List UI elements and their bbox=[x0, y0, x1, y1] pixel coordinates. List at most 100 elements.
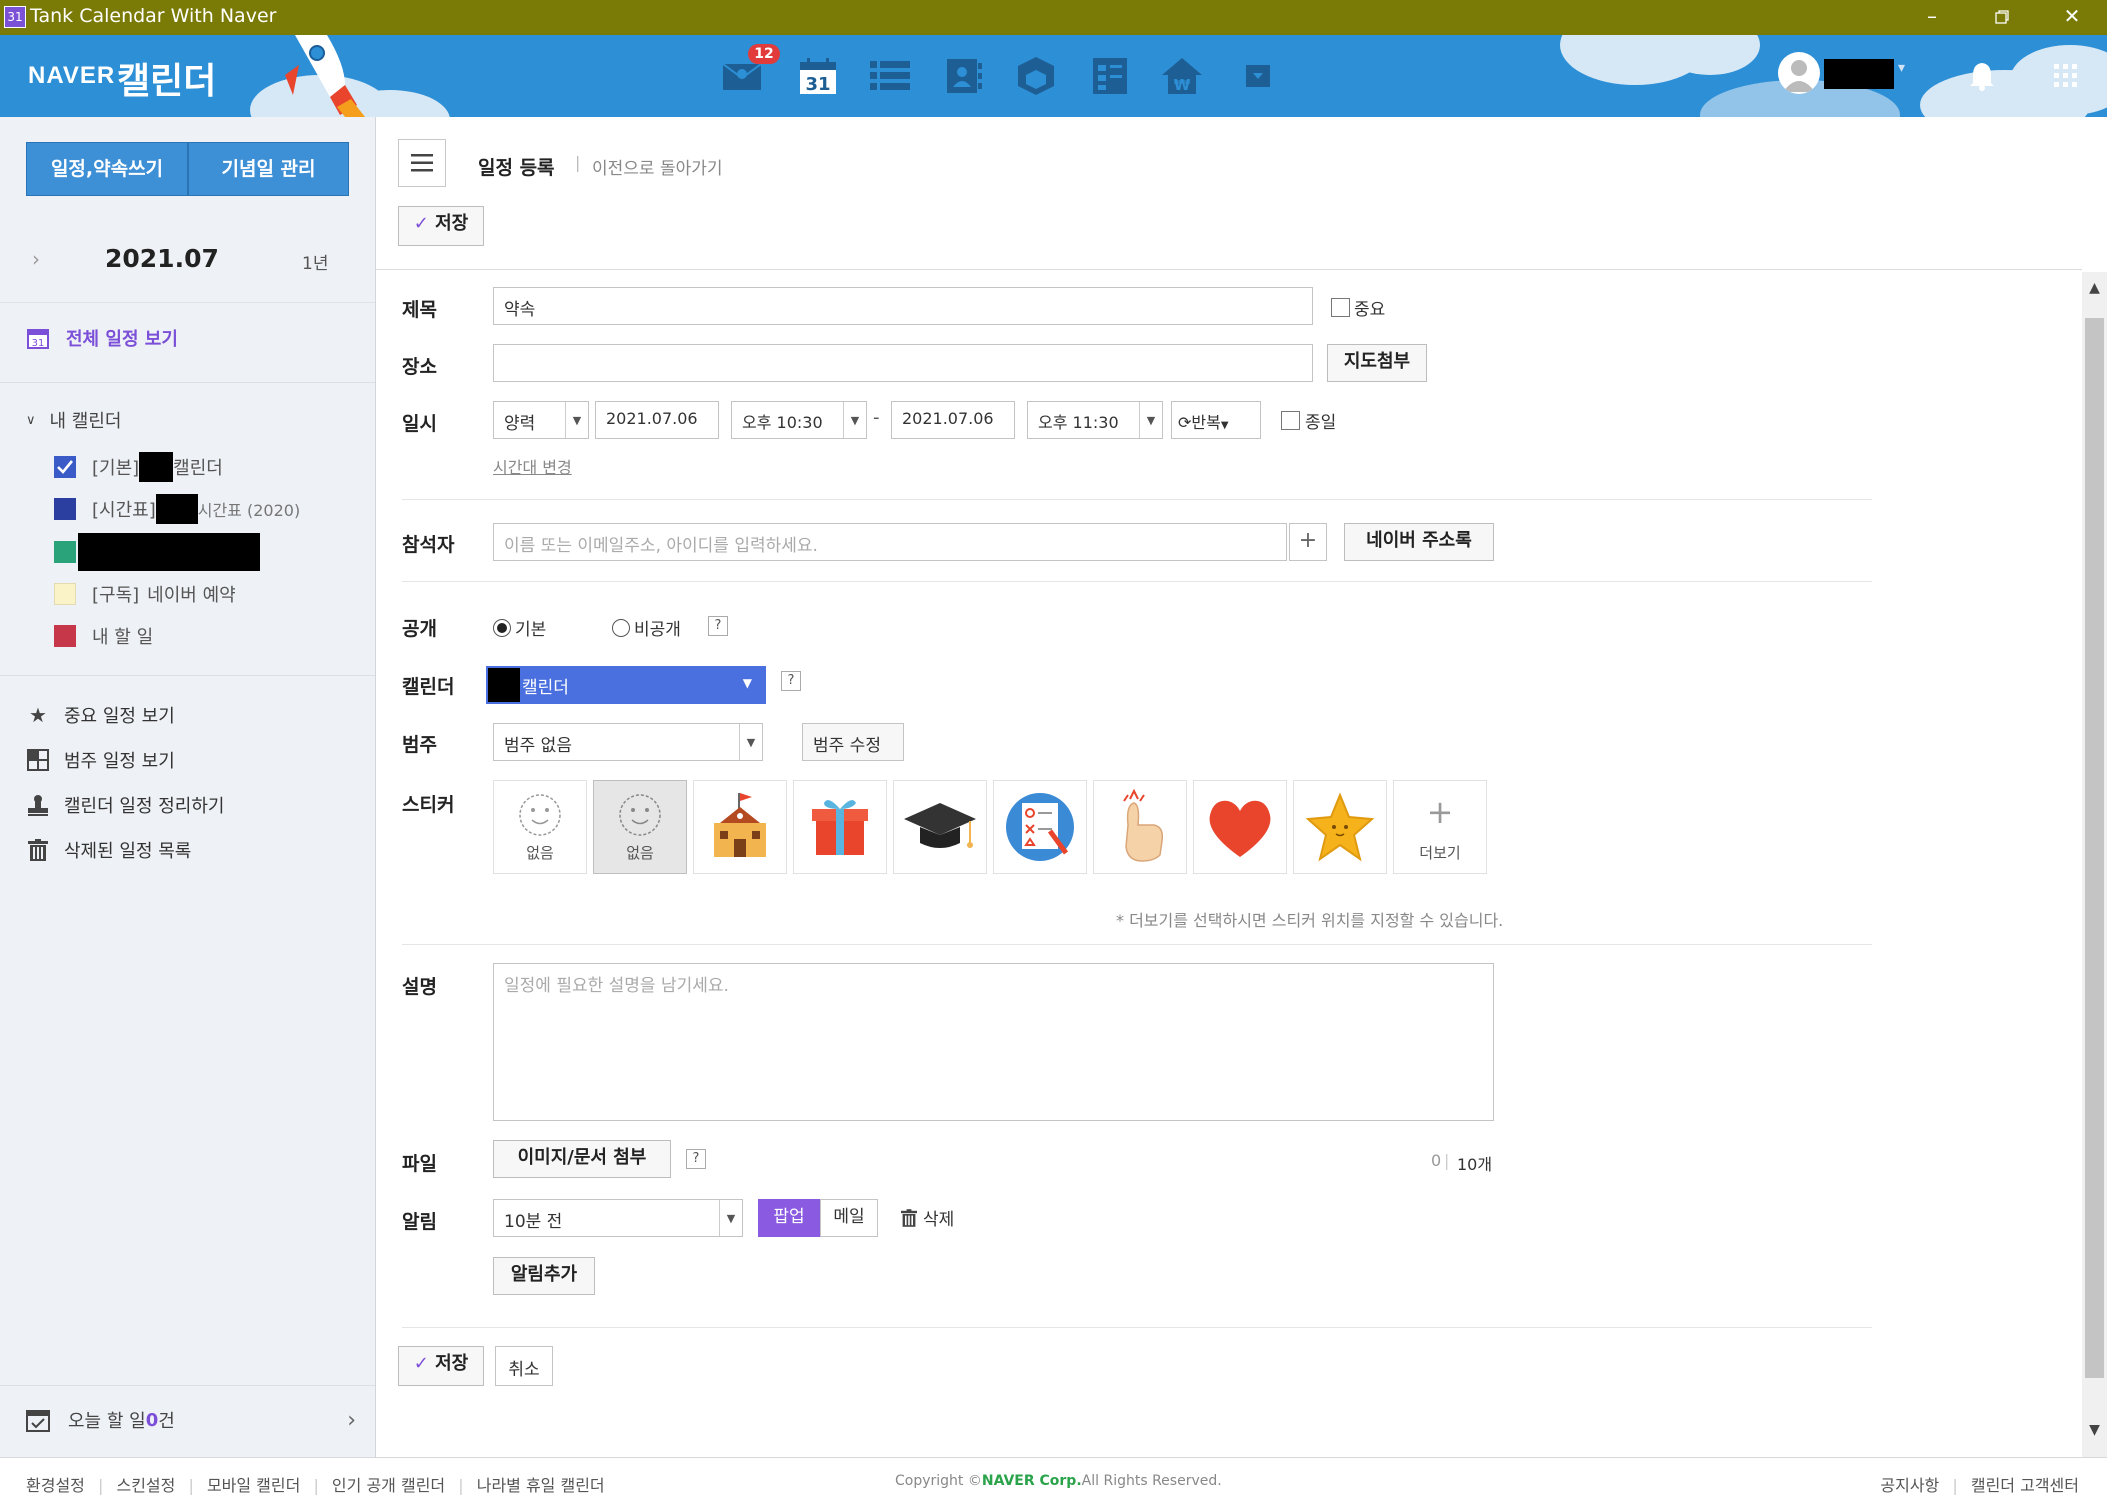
organize-schedules-link[interactable]: 캘린더 일정 정리하기 bbox=[26, 792, 224, 818]
category-schedules-link[interactable]: 범주 일정 보기 bbox=[26, 747, 175, 773]
deleted-schedules-link[interactable]: 삭제된 일정 목록 bbox=[26, 837, 191, 863]
address-book-button[interactable]: 네이버 주소록 bbox=[1344, 523, 1494, 561]
pinky-promise-icon bbox=[1123, 788, 1164, 862]
important-checkbox[interactable] bbox=[1331, 298, 1350, 317]
chevron-down-icon: ∨ bbox=[26, 412, 36, 428]
end-date-input[interactable]: 2021.07.06 bbox=[891, 401, 1015, 439]
calendar-item-subscribed[interactable]: [구독] 네이버 예약 bbox=[54, 581, 236, 607]
sticker-none-2[interactable]: 없음 bbox=[593, 780, 687, 874]
restore-icon[interactable] bbox=[1967, 0, 2037, 35]
alarm-popup-toggle[interactable]: 팝업 bbox=[758, 1199, 820, 1237]
calendar-item-timetable[interactable]: [시간표] 시간표 (2020) bbox=[54, 494, 300, 524]
start-date-input[interactable]: 2021.07.06 bbox=[595, 401, 719, 439]
close-icon[interactable]: ✕ bbox=[2037, 0, 2107, 35]
category-edit-button[interactable]: 범주 수정 bbox=[802, 723, 904, 761]
chevron-right-icon[interactable]: › bbox=[347, 1408, 356, 1433]
house-icon[interactable]: ₩ bbox=[1160, 55, 1204, 97]
scroll-down-icon[interactable]: ▼ bbox=[2082, 1422, 2107, 1438]
minimize-icon[interactable]: – bbox=[1897, 0, 1967, 35]
alarm-time-select[interactable]: 10분 전 ▼ bbox=[493, 1199, 743, 1237]
user-menu-caret[interactable]: ▾ bbox=[1898, 60, 1905, 76]
menu-toggle-button[interactable] bbox=[398, 139, 446, 187]
sticker-exam[interactable] bbox=[993, 780, 1087, 874]
color-swatch[interactable] bbox=[54, 625, 76, 647]
view-all-schedules[interactable]: 31 전체 일정 보기 bbox=[26, 325, 178, 351]
list-icon[interactable] bbox=[868, 55, 912, 97]
repeat-button[interactable]: ⟳반복▼ bbox=[1171, 401, 1261, 439]
sticker-heart[interactable] bbox=[1193, 780, 1287, 874]
color-swatch[interactable] bbox=[54, 498, 76, 520]
avatar[interactable] bbox=[1778, 52, 1820, 94]
scroll-thumb[interactable] bbox=[2085, 318, 2104, 1378]
footer-link-mobile[interactable]: 모바일 캘린더 bbox=[207, 1472, 300, 1496]
chevron-right-icon[interactable]: › bbox=[32, 247, 40, 271]
alarm-delete-button[interactable]: 삭제 bbox=[901, 1205, 954, 1230]
sticker-more-button[interactable]: + 더보기 bbox=[1393, 780, 1487, 874]
apps-grid-icon[interactable] bbox=[2044, 55, 2088, 97]
label-category: 범주 bbox=[402, 734, 437, 756]
save-button-bottom[interactable]: ✓ 저장 bbox=[398, 1346, 484, 1386]
end-time-select[interactable]: 오후 11:30 ▼ bbox=[1027, 401, 1163, 439]
contacts-icon[interactable] bbox=[942, 55, 986, 97]
current-month[interactable]: 2021.07 bbox=[105, 244, 219, 273]
today-todo-summary[interactable]: 오늘 할 일 0 건 › bbox=[26, 1407, 356, 1433]
cube-icon[interactable] bbox=[1014, 55, 1058, 97]
calendar-select[interactable]: 캘린더 ▼ bbox=[486, 666, 766, 704]
back-link[interactable]: 이전으로 돌아가기 bbox=[592, 154, 723, 179]
scroll-up-icon[interactable]: ▲ bbox=[2082, 280, 2107, 296]
cancel-button[interactable]: 취소 bbox=[495, 1346, 553, 1386]
sticker-promise-hand[interactable] bbox=[1093, 780, 1187, 874]
category-select[interactable]: 범주 없음 ▼ bbox=[493, 723, 763, 761]
file-attach-button[interactable]: 이미지/문서 첨부 bbox=[493, 1140, 671, 1178]
footer-link-notice[interactable]: 공지사항 bbox=[1880, 1472, 1939, 1496]
calendar-logo[interactable]: 캘린더 bbox=[117, 52, 216, 104]
vertical-scrollbar[interactable]: ▲ ▼ bbox=[2082, 272, 2107, 1457]
bell-icon[interactable] bbox=[1960, 55, 2004, 97]
visibility-private-radio[interactable]: 비공개 bbox=[612, 615, 681, 640]
memo-icon[interactable] bbox=[1088, 55, 1132, 97]
sticker-graduation[interactable] bbox=[893, 780, 987, 874]
color-swatch[interactable] bbox=[54, 583, 76, 605]
checkbox-checked-icon[interactable] bbox=[54, 456, 76, 478]
title-input[interactable]: 약속 bbox=[493, 287, 1313, 325]
calendar-item-default[interactable]: [기본] 캘린더 bbox=[54, 452, 223, 482]
color-swatch[interactable] bbox=[54, 541, 76, 563]
naver-logo[interactable]: NAVER bbox=[28, 62, 115, 90]
sticker-gift[interactable] bbox=[793, 780, 887, 874]
save-button-top[interactable]: ✓ 저장 bbox=[398, 206, 484, 246]
sticker-star[interactable] bbox=[1293, 780, 1387, 874]
help-icon[interactable]: ? bbox=[708, 616, 728, 636]
visibility-default-radio[interactable]: 기본 bbox=[493, 615, 546, 640]
alarm-mail-toggle[interactable]: 메일 bbox=[820, 1199, 878, 1237]
help-icon[interactable]: ? bbox=[781, 671, 801, 691]
important-schedules-link[interactable]: ★ 중요 일정 보기 bbox=[26, 702, 175, 728]
check-icon: ✓ bbox=[413, 1353, 429, 1374]
footer-link-skin[interactable]: 스킨설정 bbox=[116, 1472, 175, 1496]
footer-link-settings[interactable]: 환경설정 bbox=[26, 1472, 85, 1496]
help-icon[interactable]: ? bbox=[686, 1149, 706, 1169]
calendar-icon[interactable]: 31 bbox=[796, 55, 840, 97]
write-schedule-button[interactable]: 일정,약속쓰기 bbox=[26, 142, 188, 196]
year-toggle[interactable]: 1년 bbox=[302, 249, 328, 274]
location-input[interactable] bbox=[493, 344, 1313, 382]
calendar-item-todo[interactable]: 내 할 일 bbox=[54, 623, 153, 649]
dropdown-icon[interactable] bbox=[1236, 55, 1280, 97]
footer-link-popular[interactable]: 인기 공개 캘린더 bbox=[332, 1472, 445, 1496]
timezone-link[interactable]: 시간대 변경 bbox=[493, 454, 572, 478]
all-day-checkbox[interactable] bbox=[1281, 411, 1300, 430]
username-redacted[interactable] bbox=[1824, 59, 1894, 89]
add-attendee-icon[interactable]: + bbox=[1289, 523, 1327, 561]
my-calendars-header[interactable]: ∨ 내 캘린더 bbox=[26, 407, 121, 433]
map-attach-button[interactable]: 지도첨부 bbox=[1327, 344, 1427, 382]
attendee-input[interactable]: 이름 또는 이메일주소, 아이디를 입력하세요. bbox=[493, 523, 1287, 561]
footer-link-support[interactable]: 캘린더 고객센터 bbox=[1971, 1472, 2079, 1496]
alarm-add-button[interactable]: 알림추가 bbox=[493, 1257, 595, 1295]
description-textarea[interactable]: 일정에 필요한 설명을 남기세요. bbox=[493, 963, 1494, 1121]
calendar-item-redacted[interactable] bbox=[54, 533, 260, 571]
start-time-select[interactable]: 오후 10:30 ▼ bbox=[731, 401, 867, 439]
sticker-school[interactable] bbox=[693, 780, 787, 874]
footer-link-holidays[interactable]: 나라별 휴일 캘린더 bbox=[477, 1472, 605, 1496]
calendar-type-select[interactable]: 양력 ▼ bbox=[493, 401, 589, 439]
anniversary-button[interactable]: 기념일 관리 bbox=[188, 142, 349, 196]
sticker-none-1[interactable]: 없음 bbox=[493, 780, 587, 874]
